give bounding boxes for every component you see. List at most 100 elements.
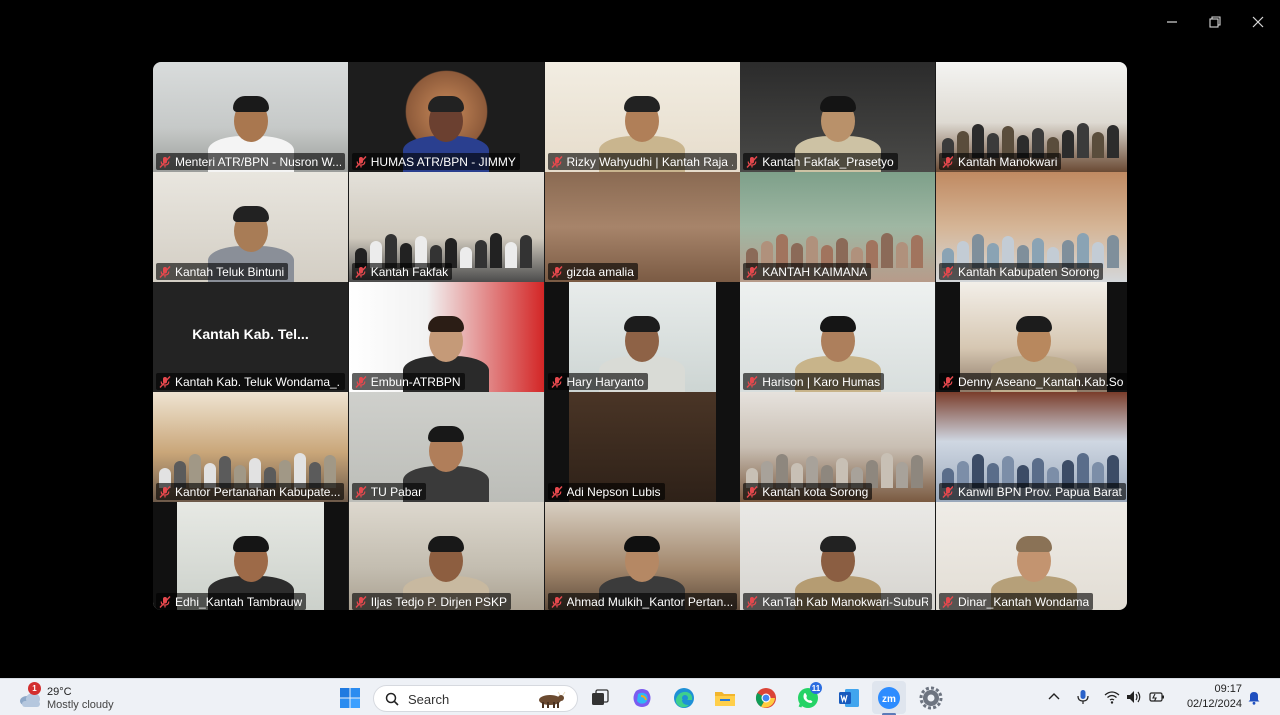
participant-tile[interactable]: Kantah Manokwari xyxy=(936,62,1127,172)
participant-name: Edhi_Kantah Tambrauw xyxy=(175,594,303,609)
participant-name: Menteri ATR/BPN - Nusron W... xyxy=(175,154,341,169)
muted-mic-icon xyxy=(942,375,954,388)
system-clock[interactable]: 09:17 02/12/2024 xyxy=(1178,682,1242,712)
settings-icon[interactable] xyxy=(918,685,944,711)
participant-tile[interactable]: Iljas Tedjo P. Dirjen PSKP xyxy=(348,502,544,610)
participant-name: Adi Nepson Lubis xyxy=(566,484,661,499)
whatsapp-badge: 11 xyxy=(810,682,822,694)
participant-name-label: Iljas Tedjo P. Dirjen PSKP xyxy=(351,593,512,610)
muted-mic-icon xyxy=(355,485,367,498)
participant-tile[interactable]: KanTah Kab Manokwari-SubuR xyxy=(740,502,936,610)
battery-icon[interactable] xyxy=(1148,688,1166,706)
participant-tile[interactable]: TU Pabar xyxy=(348,392,544,502)
participant-name-label: Kantah Kabupaten Sorong xyxy=(939,263,1104,280)
participant-name-label: Ahmad Mulkih_Kantor Pertan... xyxy=(547,593,737,610)
participant-tile[interactable]: Edhi_Kantah Tambrauw xyxy=(153,502,348,610)
participant-name: gizda amalia xyxy=(566,264,634,279)
chevron-up-icon[interactable] xyxy=(1045,688,1063,706)
muted-mic-icon xyxy=(355,265,367,278)
participant-name: HUMAS ATR/BPN - JIMMY xyxy=(370,154,516,169)
participant-name-label: Kantah Manokwari xyxy=(939,153,1062,170)
participant-tile[interactable]: Kantah Kab. Tel... Kantah Kab. Teluk Wond… xyxy=(153,282,348,392)
participant-name: Harison | Karo Humas xyxy=(762,374,881,389)
meeting-attendees xyxy=(942,222,1125,268)
participant-tile[interactable]: Embun-ATRBPN xyxy=(348,282,544,392)
participant-name-label: Kantah Fakfak_Prasetyo xyxy=(743,153,898,170)
clock-time: 09:17 xyxy=(1214,683,1242,695)
wifi-icon[interactable] xyxy=(1103,688,1121,706)
participant-name: Iljas Tedjo P. Dirjen PSKP xyxy=(370,594,508,609)
zoom-icon[interactable]: zm xyxy=(876,685,902,711)
participant-tile[interactable]: KANTAH KAIMANA xyxy=(740,172,936,282)
whatsapp-icon[interactable]: 11 xyxy=(795,682,822,711)
windows-taskbar: 1 29°C Mostly cloudy Search 11 zm 09:17 … xyxy=(0,678,1280,715)
task-view-icon[interactable] xyxy=(587,685,613,711)
avatar-name-placeholder: Kantah Kab. Tel... xyxy=(192,326,309,342)
microphone-icon[interactable] xyxy=(1074,688,1092,706)
muted-mic-icon xyxy=(746,375,758,388)
participant-tile[interactable]: Harison | Karo Humas xyxy=(740,282,936,392)
search-highlight-bull-icon xyxy=(539,691,566,708)
edge-browser-icon[interactable] xyxy=(671,685,697,711)
muted-mic-icon xyxy=(159,155,171,168)
muted-mic-icon xyxy=(942,265,954,278)
participant-tile[interactable]: Kantah Kabupaten Sorong xyxy=(936,172,1127,282)
notification-bell-icon[interactable] xyxy=(1245,688,1263,706)
chrome-icon[interactable] xyxy=(753,685,779,711)
participant-name: Ahmad Mulkih_Kantor Pertan... xyxy=(566,594,733,609)
muted-mic-icon xyxy=(550,595,563,608)
clock-date: 02/12/2024 xyxy=(1186,698,1242,710)
copilot-icon[interactable] xyxy=(629,685,655,711)
muted-mic-icon xyxy=(159,265,171,278)
svg-text:zm: zm xyxy=(882,694,896,705)
muted-mic-icon xyxy=(159,485,171,498)
file-explorer-icon[interactable] xyxy=(712,685,738,711)
participant-name-label: Kantah kota Sorong xyxy=(743,483,873,500)
participant-name: KanTah Kab Manokwari-SubuR xyxy=(762,594,929,609)
participant-name-label: Kantor Pertanahan Kabupate... xyxy=(156,483,345,500)
volume-icon[interactable] xyxy=(1125,688,1143,706)
taskbar-search-box[interactable]: Search xyxy=(373,685,578,712)
participant-tile[interactable]: Menteri ATR/BPN - Nusron W... xyxy=(153,62,348,172)
weather-temperature: 29°C xyxy=(47,686,72,698)
participant-name-label: Kantah Kab. Teluk Wondama_... xyxy=(156,373,345,390)
participant-name-label: Embun-ATRBPN xyxy=(351,373,465,390)
windows-start-icon[interactable] xyxy=(337,685,363,711)
word-icon[interactable] xyxy=(836,685,862,711)
participant-tile[interactable]: Denny Aseano_Kantah.Kab.Sor xyxy=(936,282,1127,392)
participant-tile[interactable]: Adi Nepson Lubis xyxy=(544,392,740,502)
muted-mic-icon xyxy=(159,595,171,608)
participant-tile[interactable]: Kantah Fakfak_Prasetyo xyxy=(740,62,936,172)
participant-tile[interactable]: Kantor Pertanahan Kabupate... xyxy=(153,392,348,502)
participant-tile[interactable]: Kanwil BPN Prov. Papua Barat xyxy=(936,392,1127,502)
participant-tile[interactable]: Kantah Teluk Bintuni xyxy=(153,172,348,282)
participant-tile[interactable]: Ahmad Mulkih_Kantor Pertan... xyxy=(544,502,740,610)
restore-icon[interactable] xyxy=(1201,8,1229,36)
participant-name-label: gizda amalia xyxy=(547,263,638,280)
participant-tile[interactable]: Hary Haryanto xyxy=(544,282,740,392)
muted-mic-icon xyxy=(550,485,563,498)
participant-tile[interactable]: Kantah Fakfak xyxy=(348,172,544,282)
participant-name: Kantah Manokwari xyxy=(958,154,1058,169)
muted-mic-icon xyxy=(550,155,563,168)
weather-widget[interactable]: 1 29°C Mostly cloudy xyxy=(16,682,136,712)
participant-tile[interactable]: HUMAS ATR/BPN - JIMMY xyxy=(348,62,544,172)
minimize-icon[interactable] xyxy=(1158,8,1186,36)
muted-mic-icon xyxy=(942,155,954,168)
participant-tile[interactable]: gizda amalia xyxy=(544,172,740,282)
participant-tile[interactable]: Rizky Wahyudhi | Kantah Raja ... xyxy=(544,62,740,172)
participant-name: Denny Aseano_Kantah.Kab.Sor xyxy=(958,374,1124,389)
participant-tile[interactable]: Kantah kota Sorong xyxy=(740,392,936,502)
muted-mic-icon xyxy=(942,595,954,608)
participant-name-label: Kantah Fakfak xyxy=(351,263,453,280)
close-icon[interactable] xyxy=(1244,8,1272,36)
muted-mic-icon xyxy=(550,375,563,388)
participant-name: TU Pabar xyxy=(370,484,423,499)
muted-mic-icon xyxy=(355,595,367,608)
participant-name-label: Adi Nepson Lubis xyxy=(547,483,665,500)
muted-mic-icon xyxy=(746,595,758,608)
participant-tile[interactable]: Dinar_Kantah Wondama xyxy=(936,502,1127,610)
meeting-attendees xyxy=(354,222,538,268)
meeting-attendees xyxy=(746,442,929,488)
muted-mic-icon xyxy=(746,485,758,498)
